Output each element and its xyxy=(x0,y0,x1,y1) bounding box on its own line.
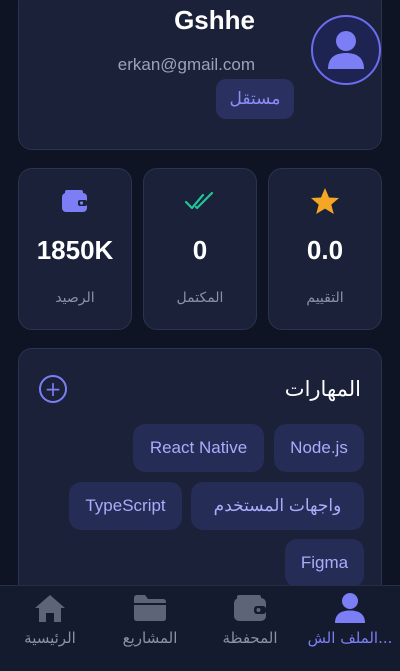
stat-value: 0 xyxy=(192,235,208,265)
profile-email: erkan@gmail.com xyxy=(117,55,255,74)
stat-label: التقييم xyxy=(306,290,344,306)
skill-chip[interactable]: Figma xyxy=(285,539,364,587)
stat-card-completed: 0 المكتمل xyxy=(143,168,257,330)
nav-item-profile[interactable]: الملف الش... xyxy=(300,586,400,671)
add-skill-button[interactable]: + xyxy=(39,375,67,403)
skill-chip[interactable]: React Native xyxy=(133,424,264,472)
star-icon xyxy=(311,188,339,214)
wallet-icon xyxy=(62,190,87,212)
nav-item-wallet[interactable]: المحفظة xyxy=(200,586,300,671)
user-icon xyxy=(328,31,364,69)
skill-chip[interactable]: TypeScript xyxy=(69,482,182,530)
role-badge: مستقل xyxy=(216,79,294,119)
bottom-nav: الرئيسية المشاريع المحفظة الملف الش... xyxy=(0,585,400,671)
avatar[interactable] xyxy=(311,15,381,85)
plus-circle-icon: + xyxy=(44,377,62,401)
nav-label: الرئيسية xyxy=(24,629,76,647)
nav-label: الملف الش... xyxy=(307,629,393,647)
profile-name: Gshhe xyxy=(174,5,255,35)
stat-card-balance: 1850K الرصيد xyxy=(18,168,132,330)
folder-icon xyxy=(134,595,166,621)
nav-label: المشاريع xyxy=(122,629,178,647)
nav-item-home[interactable]: الرئيسية xyxy=(0,586,100,671)
skills-card: المهارات + Node.js React Native واجهات ا… xyxy=(18,348,382,608)
home-icon xyxy=(35,595,65,622)
skills-title: المهارات xyxy=(284,377,361,401)
stat-label: المكتمل xyxy=(176,290,224,306)
nav-item-projects[interactable]: المشاريع xyxy=(100,586,200,671)
skill-chip[interactable]: Node.js xyxy=(274,424,364,472)
stat-value: 0.0 xyxy=(306,235,344,265)
stat-label: الرصيد xyxy=(55,290,95,306)
stat-value: 1850K xyxy=(36,235,114,265)
profile-card: Gshhe erkan@gmail.com مستقل xyxy=(18,0,382,150)
stat-card-rating: 0.0 التقييم xyxy=(268,168,382,330)
skill-chip[interactable]: واجهات المستخدم xyxy=(191,482,364,530)
nav-label: المحفظة xyxy=(222,629,278,647)
profile-screen: Gshhe erkan@gmail.com مستقل 1850K الرصيد xyxy=(0,0,400,671)
user-icon xyxy=(335,593,365,623)
double-check-icon xyxy=(185,191,214,210)
wallet-icon xyxy=(234,595,266,621)
